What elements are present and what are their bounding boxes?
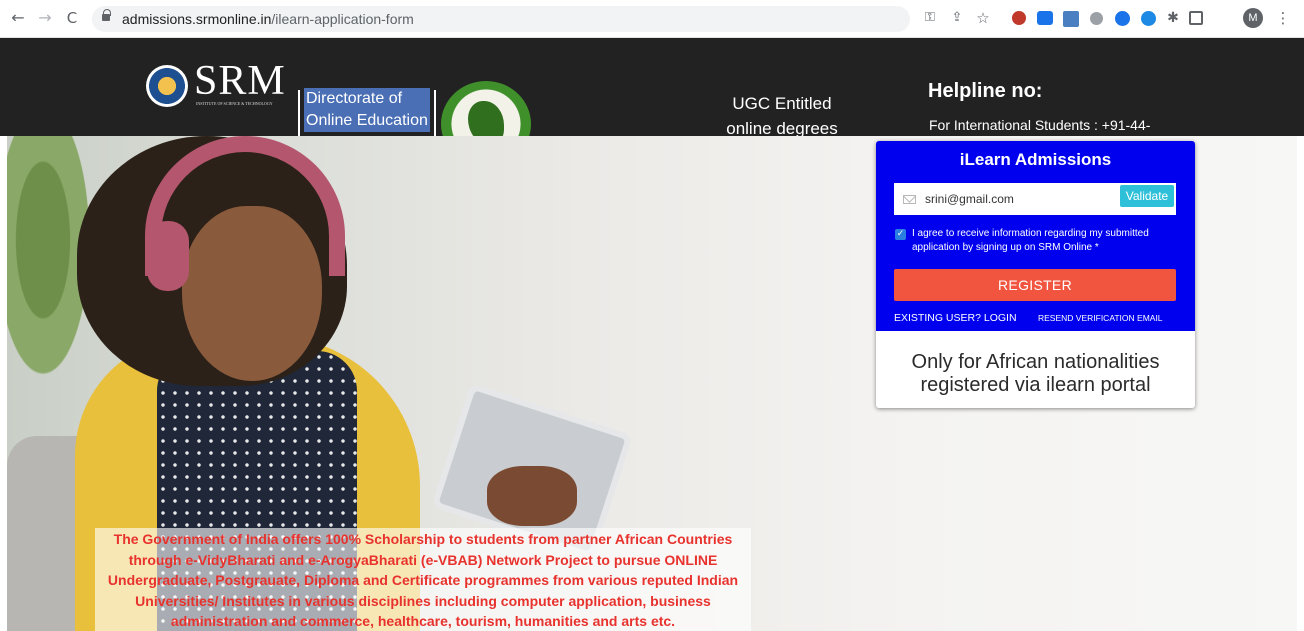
browser-toolbar: ← → C admissions.srmonline.in/ilearn-app…: [0, 0, 1304, 38]
scholarship-banner: The Government of India offers 100% Scho…: [95, 528, 751, 631]
student-hand: [487, 466, 577, 526]
registration-panel: iLearn Admissions Validate ✓ I agree to …: [876, 141, 1195, 331]
url-host: admissions.srmonline.in: [122, 11, 272, 27]
lock-icon[interactable]: [102, 9, 111, 21]
site-header: SRM INSTITUTE OF SCIENCE & TECHNOLOGY Di…: [0, 38, 1304, 167]
mail-icon: [903, 195, 916, 204]
srm-wordmark: SRM: [194, 58, 286, 104]
scholarship-text: The Government of India offers 100% Scho…: [107, 531, 739, 629]
reload-icon[interactable]: C: [62, 8, 82, 28]
srm-logo[interactable]: SRM INSTITUTE OF SCIENCE & TECHNOLOGY: [146, 58, 296, 113]
url-path: /ilearn-application-form: [271, 11, 414, 27]
forward-icon[interactable]: →: [35, 8, 55, 28]
extension-code-icon[interactable]: [1063, 11, 1079, 27]
extension-face-icon[interactable]: [1115, 11, 1130, 26]
back-icon[interactable]: ←: [8, 8, 28, 28]
key-icon[interactable]: ⚿: [921, 9, 939, 27]
helpline-line1: For International Students : +91-44-: [929, 117, 1151, 133]
puzzle-icon[interactable]: ✱: [1164, 9, 1182, 27]
url-text[interactable]: admissions.srmonline.in/ilearn-applicati…: [122, 11, 414, 27]
extension-grey-icon[interactable]: [1090, 12, 1103, 25]
headphone-cup: [147, 221, 189, 291]
agree-checkbox[interactable]: ✓: [895, 229, 906, 240]
resend-verification-link[interactable]: RESEND VERIFICATION EMAIL: [1038, 313, 1163, 323]
ugc-entitled-text: UGC Entitled online degrees: [712, 91, 852, 141]
menu-icon[interactable]: ⋮: [1274, 9, 1292, 27]
validate-button[interactable]: Validate: [1120, 185, 1174, 207]
directorate-line1: Directorate of: [306, 90, 403, 107]
srm-tagline: INSTITUTE OF SCIENCE & TECHNOLOGY: [196, 101, 273, 106]
ugc-line1: UGC Entitled: [732, 94, 832, 113]
profile-icon[interactable]: M: [1243, 8, 1263, 28]
african-nationalities-note: Only for African nationalities registere…: [911, 351, 1160, 396]
register-button[interactable]: REGISTER: [894, 269, 1176, 301]
existing-user-login-link[interactable]: EXISTING USER? LOGIN: [894, 312, 1017, 324]
extension-drop-icon[interactable]: [1141, 11, 1156, 26]
divider: [434, 90, 436, 136]
srm-emblem-icon: [146, 65, 188, 107]
address-bar[interactable]: admissions.srmonline.in/ilearn-applicati…: [92, 6, 910, 32]
registration-card: iLearn Admissions Validate ✓ I agree to …: [876, 141, 1195, 408]
directorate-label: Directorate of Online Education: [304, 88, 430, 132]
agree-label: I agree to receive information regarding…: [912, 228, 1149, 253]
divider: [298, 90, 300, 136]
registration-title: iLearn Admissions: [959, 150, 1112, 169]
extension-red-icon[interactable]: [1012, 11, 1026, 25]
extension-blue-icon[interactable]: [1037, 11, 1053, 25]
sidepanel-icon[interactable]: [1189, 11, 1203, 25]
email-field[interactable]: Validate: [894, 183, 1176, 215]
share-icon[interactable]: ⇪: [948, 9, 966, 27]
email-input[interactable]: [925, 188, 1110, 210]
helpline-title: Helpline no:: [928, 80, 1043, 102]
directorate-line2: Online Education: [306, 112, 428, 129]
star-icon[interactable]: ☆: [974, 9, 992, 27]
